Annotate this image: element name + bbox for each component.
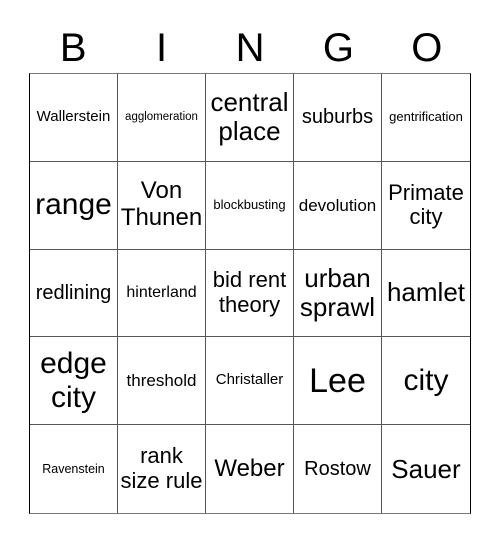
header-letter-n: N	[235, 26, 265, 70]
bingo-cell[interactable]: Lee	[294, 337, 382, 426]
header-letter-g: G	[322, 26, 354, 70]
bingo-cell[interactable]: edge city	[30, 337, 118, 426]
bingo-cell[interactable]: threshold	[118, 337, 206, 426]
bingo-board: Wallerstein agglomeration central place …	[29, 73, 471, 514]
bingo-cell[interactable]: Christaller	[206, 337, 294, 426]
bingo-cell[interactable]: urban sprawl	[294, 249, 382, 338]
bingo-cell[interactable]: rank size rule	[118, 425, 206, 513]
bingo-cell[interactable]: blockbusting	[206, 161, 294, 250]
bingo-cell[interactable]: Wallerstein	[30, 74, 118, 162]
bingo-cell[interactable]: agglomeration	[118, 74, 206, 162]
bingo-cell[interactable]: Ravenstein	[30, 425, 118, 513]
bingo-cell[interactable]: hinterland	[118, 249, 206, 338]
bingo-cell[interactable]: hamlet	[382, 250, 470, 338]
header-letter-i: I	[156, 26, 168, 70]
bingo-cell[interactable]: range	[30, 161, 118, 250]
bingo-cell[interactable]: Weber	[206, 425, 294, 513]
bingo-cell[interactable]: gentrification	[382, 74, 470, 162]
bingo-cell[interactable]: redlining	[30, 249, 118, 338]
bingo-cell[interactable]: city	[382, 337, 470, 426]
header-letter-b: B	[59, 26, 87, 70]
bingo-cell[interactable]: Primate city	[382, 162, 470, 250]
bingo-cell[interactable]: devolution	[294, 161, 382, 250]
bingo-cell[interactable]: bid rent theory	[206, 249, 294, 338]
bingo-cell[interactable]: Von Thunen	[118, 161, 206, 250]
bingo-cell[interactable]: suburbs	[294, 74, 382, 162]
bingo-cell[interactable]: Sauer	[382, 425, 470, 513]
bingo-header: B I N G O	[29, 24, 471, 72]
header-letter-o: O	[411, 26, 443, 70]
bingo-cell[interactable]: central place	[206, 74, 294, 162]
bingo-cell[interactable]: Rostow	[294, 425, 382, 513]
